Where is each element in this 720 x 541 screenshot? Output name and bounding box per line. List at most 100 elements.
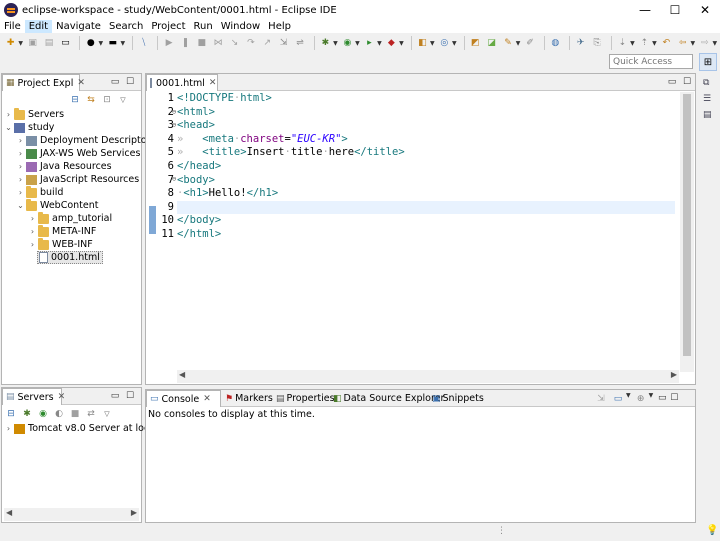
save-all-icon[interactable]: ▤: [42, 36, 55, 50]
back-icon[interactable]: ⇦: [676, 36, 689, 50]
expand-icon[interactable]: ›: [28, 227, 37, 236]
disconnect-icon[interactable]: ⋈: [211, 36, 224, 50]
tab-markers[interactable]: ⚑ Markers: [222, 390, 276, 407]
menu-help[interactable]: Help: [264, 20, 295, 33]
use-step-filters-icon[interactable]: ⇌: [293, 36, 306, 50]
chevron-down-icon[interactable]: ▼: [377, 40, 382, 47]
toggle-breadcrumb-icon[interactable]: ⎘: [590, 36, 603, 50]
maximize-view-icon[interactable]: ☐: [681, 76, 693, 88]
expand-icon[interactable]: ›: [16, 149, 25, 158]
tab-console[interactable]: ▭ Console ✕: [146, 390, 221, 407]
display-console-icon[interactable]: ▭: [611, 392, 625, 406]
previous-annotation-icon[interactable]: ⇡: [638, 36, 651, 50]
close-button[interactable]: ✕: [690, 0, 720, 20]
collapse-icon[interactable]: ⌄: [16, 201, 25, 210]
maximize-view-icon[interactable]: ☐: [124, 390, 136, 402]
menu-file[interactable]: File: [0, 20, 25, 33]
tree-item-build[interactable]: › build: [16, 185, 63, 199]
step-into-icon[interactable]: ↘: [228, 36, 241, 50]
tree-item-java-resources[interactable]: › Java Resources: [16, 160, 112, 173]
terminate-icon[interactable]: ■: [195, 36, 208, 50]
close-icon[interactable]: ✕: [209, 78, 217, 88]
save-icon[interactable]: ▣: [26, 36, 39, 50]
expand-icon[interactable]: ›: [16, 175, 25, 184]
restore-icon[interactable]: ⧉: [703, 78, 715, 90]
maximize-view-icon[interactable]: ☐: [668, 392, 680, 404]
minimize-button[interactable]: —: [630, 0, 660, 20]
scroll-left-icon[interactable]: ◀: [179, 370, 185, 379]
tab-snippets[interactable]: ▣ Snippets: [429, 390, 487, 407]
run-external-icon[interactable]: ▸: [363, 36, 376, 50]
new-icon[interactable]: ✚: [4, 36, 17, 50]
chevron-down-icon[interactable]: ▼: [98, 40, 103, 47]
view-menu-icon[interactable]: ▽: [116, 93, 130, 107]
code-area[interactable]: <!DOCTYPE·html> <html> <head> » <meta·ch…: [177, 92, 675, 242]
expand-icon[interactable]: ›: [28, 214, 37, 223]
publish-icon[interactable]: ⇄: [84, 407, 98, 421]
expand-icon[interactable]: ›: [28, 240, 37, 249]
menu-project[interactable]: Project: [147, 20, 189, 33]
tree-item-meta-inf[interactable]: › META-INF: [28, 224, 96, 238]
tree-item-javascript-resources[interactable]: › JavaScript Resources: [16, 173, 139, 186]
filter-icon[interactable]: ⊡: [100, 93, 114, 107]
scroll-right-icon[interactable]: ▶: [671, 370, 677, 379]
chevron-down-icon[interactable]: ▼: [120, 40, 125, 47]
start-server-icon[interactable]: ◉: [36, 407, 50, 421]
servers-horizontal-scrollbar[interactable]: ◀ ▶: [4, 508, 139, 521]
collapse-icon[interactable]: ⌄: [4, 123, 13, 132]
minimize-view-icon[interactable]: ▭: [109, 76, 121, 88]
menu-navigate[interactable]: Navigate: [52, 20, 105, 33]
editor-vertical-scrollbar[interactable]: [680, 92, 694, 372]
expand-icon[interactable]: ›: [16, 136, 25, 145]
forward-icon[interactable]: ⇨: [698, 36, 711, 50]
search-icon[interactable]: ✎: [501, 36, 514, 50]
chevron-down-icon[interactable]: ▼: [355, 40, 360, 47]
tab-0001-html[interactable]: 0001.html ✕: [146, 74, 218, 91]
maximize-button[interactable]: ☐: [660, 0, 690, 20]
view-menu-icon[interactable]: ▽: [100, 407, 114, 421]
web-browser-icon[interactable]: ◍: [549, 36, 562, 50]
profile-server-icon[interactable]: ◐: [52, 407, 66, 421]
tree-item-0001-html[interactable]: 0001.html: [37, 251, 103, 264]
link-with-editor-icon[interactable]: ⇆: [84, 93, 98, 107]
tree-item-webcontent[interactable]: ⌄ WebContent: [16, 198, 99, 212]
expand-icon[interactable]: ›: [4, 424, 13, 433]
minimize-view-icon[interactable]: ▭: [109, 390, 121, 402]
scrollbar-thumb[interactable]: [683, 94, 691, 356]
step-return-icon[interactable]: ↗: [261, 36, 274, 50]
debug-icon[interactable]: ✱: [319, 36, 332, 50]
scroll-right-icon[interactable]: ▶: [131, 508, 137, 517]
minimize-view-icon[interactable]: ▭: [666, 76, 678, 88]
tree-item-amp-tutorial[interactable]: › amp_tutorial: [28, 211, 112, 225]
tree-item-jax-ws[interactable]: › JAX-WS Web Services: [16, 147, 141, 160]
chevron-down-icon[interactable]: ▼: [516, 40, 521, 47]
scroll-left-icon[interactable]: ◀: [6, 508, 12, 517]
pin-console-icon[interactable]: ⇲: [594, 392, 608, 406]
expand-icon[interactable]: ›: [4, 110, 13, 119]
pin-editor-icon[interactable]: ✈: [574, 36, 587, 50]
tree-item-servers[interactable]: › Servers: [4, 107, 64, 121]
next-annotation-icon[interactable]: ⇣: [616, 36, 629, 50]
open-type-icon[interactable]: ◩: [469, 36, 482, 50]
chevron-down-icon[interactable]: ▼: [333, 40, 338, 47]
server-item-tomcat[interactable]: › Tomcat v8.0 Server at locall: [4, 422, 160, 435]
maximize-view-icon[interactable]: ☐: [124, 76, 136, 88]
tree-item-study[interactable]: ⌄ study: [4, 121, 54, 134]
suspend-icon[interactable]: ❚: [179, 36, 192, 50]
step-over-icon[interactable]: ↷: [244, 36, 257, 50]
chevron-down-icon[interactable]: ▼: [399, 40, 404, 47]
collapse-all-icon[interactable]: ⊟: [4, 407, 18, 421]
chevron-down-icon[interactable]: ▼: [649, 392, 654, 406]
skip-breakpoints-icon[interactable]: ⧹: [137, 36, 150, 50]
toggle-mark-icon[interactable]: ✐: [523, 36, 536, 50]
quick-access-input[interactable]: [609, 54, 693, 69]
tree-item-deployment-descriptor[interactable]: › Deployment Descriptor: s: [16, 134, 162, 147]
new-package-icon[interactable]: ◧: [416, 36, 429, 50]
new-class-icon[interactable]: ◎: [438, 36, 451, 50]
collapse-all-icon[interactable]: ⊟: [68, 93, 82, 107]
expand-icon[interactable]: ›: [16, 162, 25, 171]
minimize-view-icon[interactable]: ▭: [656, 392, 668, 404]
chevron-down-icon[interactable]: ▼: [690, 40, 695, 47]
open-task-icon[interactable]: ◪: [485, 36, 498, 50]
chevron-down-icon[interactable]: ▼: [712, 40, 717, 47]
